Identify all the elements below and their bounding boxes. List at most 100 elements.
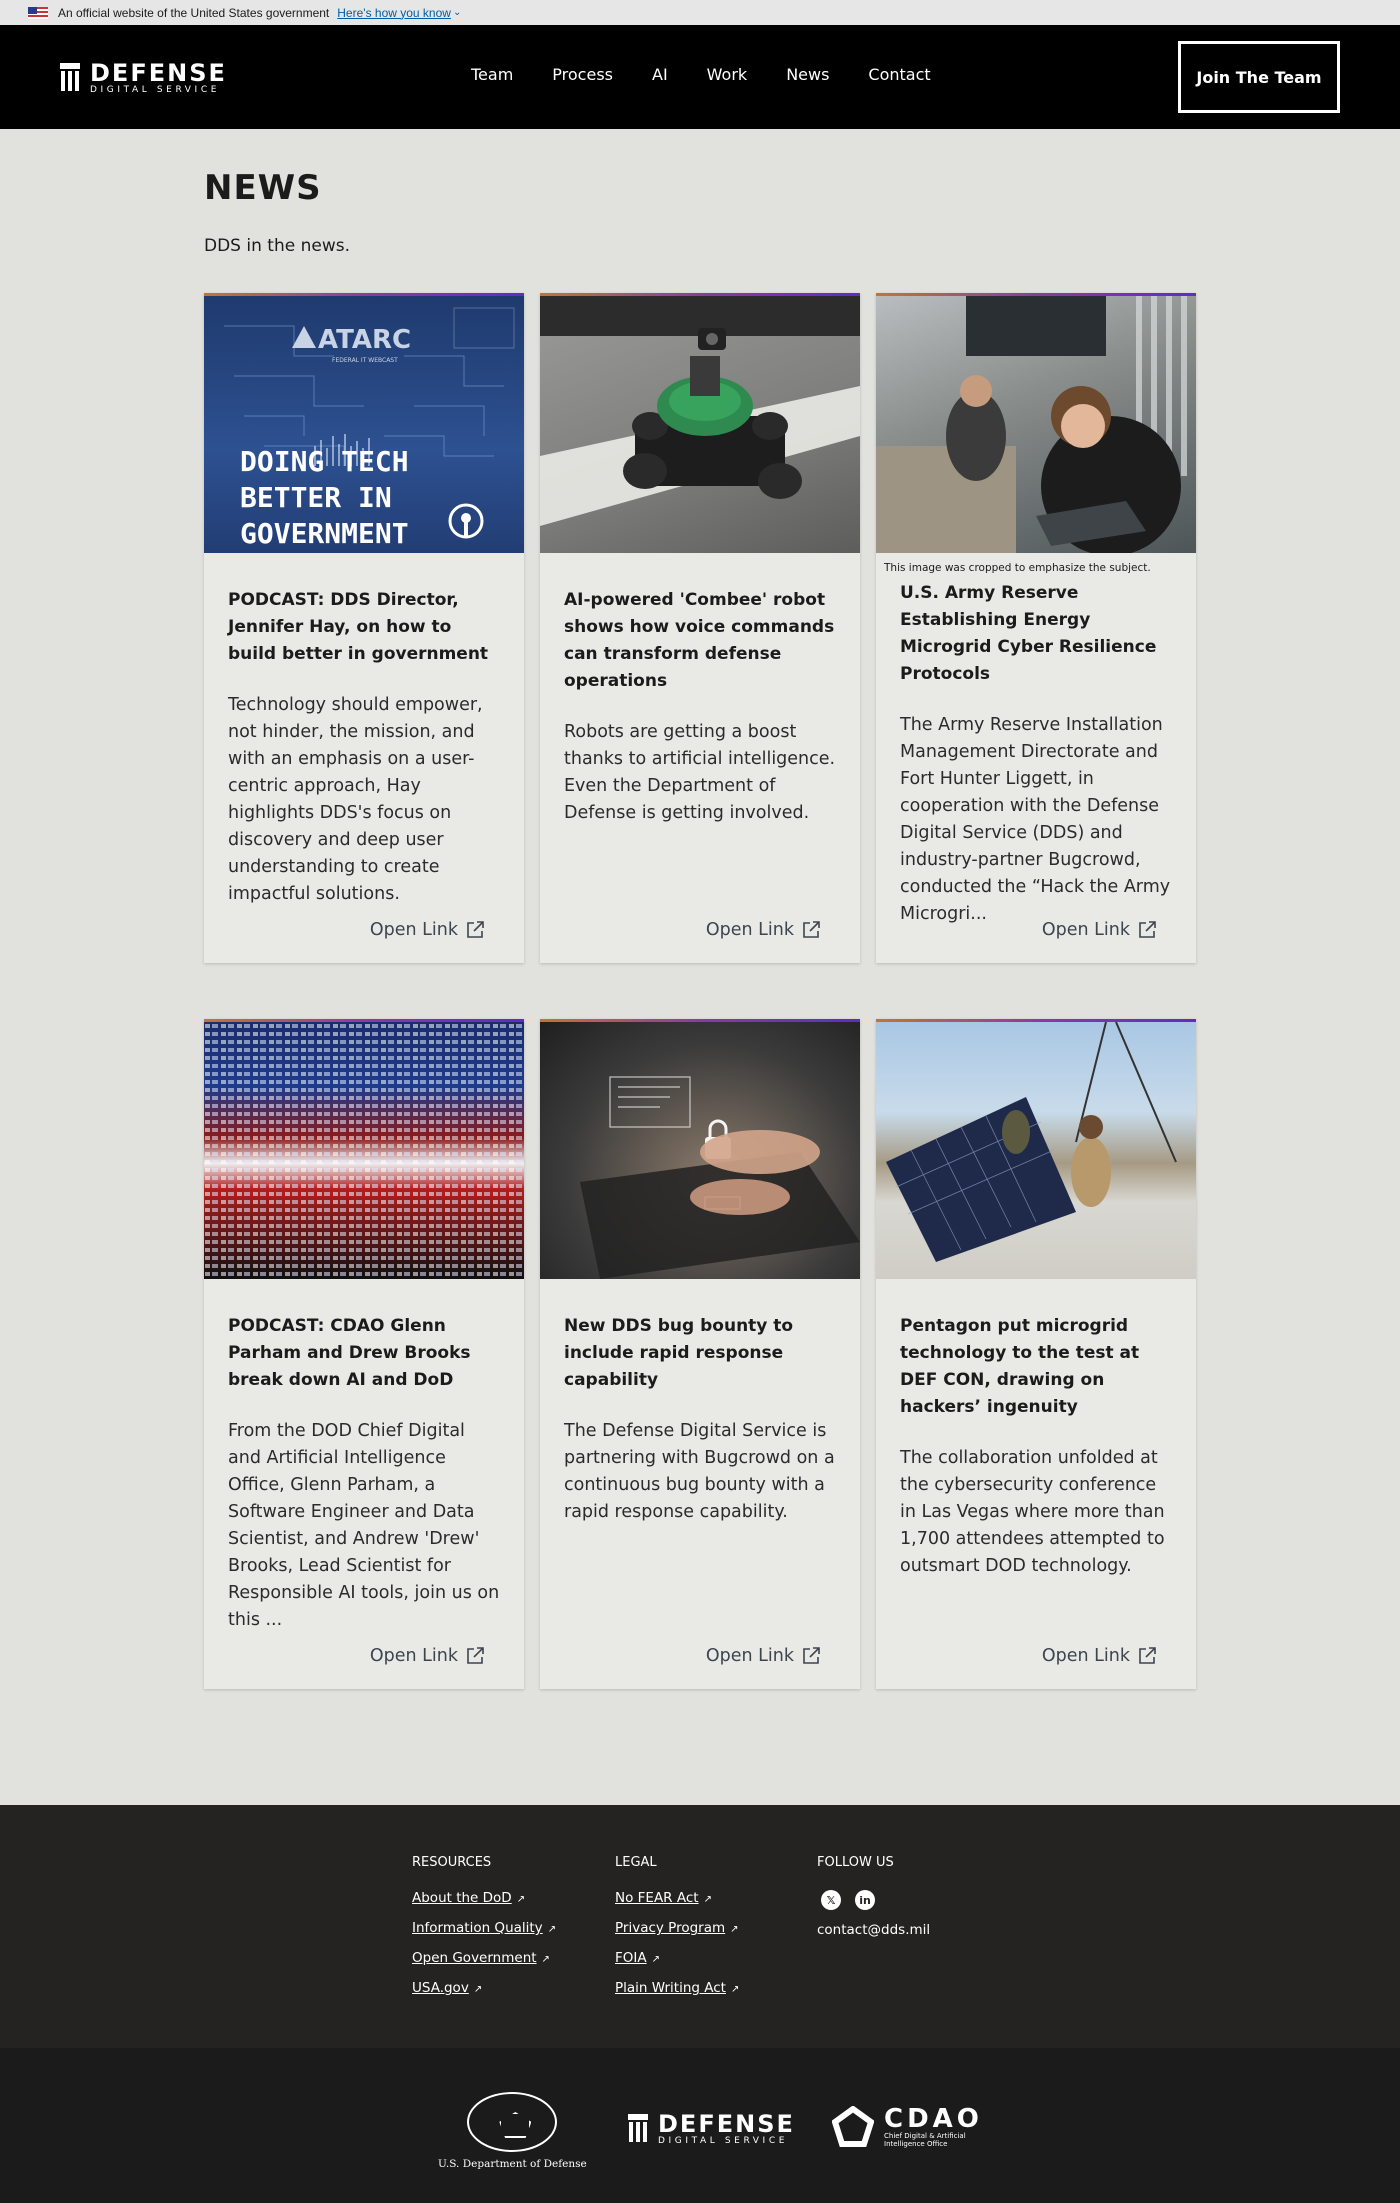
card-title: Pentagon put microgrid technology to the… [900, 1316, 1140, 1417]
footer-link-about-dod[interactable]: About the DoD ↗ [412, 1890, 556, 1906]
image-webcast: FEDERAL IT WEBCAST [332, 357, 398, 364]
image-line3: GOVERNMENT [240, 517, 409, 550]
news-card: Pentagon put microgrid technology to the… [876, 1019, 1196, 1689]
main-nav: Team Process AI Work News Contact [471, 65, 970, 84]
atarc-logo-icon [292, 326, 316, 348]
footer-link-no-fear-act[interactable]: No FEAR Act ↗ [615, 1890, 739, 1906]
external-link-icon: ↗ [516, 1894, 526, 1905]
linkedin-icon[interactable]: in [855, 1890, 875, 1910]
pentagon-seal-icon [467, 2092, 558, 2152]
footer-heading: FOLLOW US [817, 1855, 894, 1870]
site-header: DEFENSE DIGITAL SERVICE Team Process AI … [0, 25, 1400, 129]
footer-heading: RESOURCES [412, 1855, 492, 1870]
external-link-icon: ↗ [547, 1924, 557, 1935]
dds-footer-subtitle: DIGITAL SERVICE [658, 2136, 788, 2146]
card-title: U.S. Army Reserve Establishing Energy Mi… [900, 583, 1157, 684]
open-link[interactable]: Open Link [1042, 1646, 1156, 1666]
image-atarc: ATARC [318, 325, 411, 355]
cdao-pentagon-icon [831, 2105, 875, 2148]
footer-link-plain-writing-act[interactable]: Plain Writing Act ↗ [615, 1980, 739, 1996]
news-card: AI-powered 'Combee' robot shows how voic… [540, 293, 860, 963]
external-link-icon [802, 1647, 820, 1665]
footer-legal: LEGAL No FEAR Act ↗ Privacy Program ↗ FOIA… [615, 1855, 739, 2010]
card-image [876, 296, 1196, 553]
open-link-label: Open Link [705, 1646, 794, 1666]
card-title: New DDS bug bounty to include rapid resp… [564, 1316, 794, 1390]
card-body: Robots are getting a boost thanks to art… [564, 722, 836, 823]
page-title: NEWS [204, 168, 322, 208]
footer-resources: RESOURCES About the DoD ↗ Information Qua… [412, 1855, 556, 2010]
cdao-title: CDAO [884, 2104, 983, 2134]
external-link-icon: ↗ [703, 1894, 712, 1905]
external-link-icon [1138, 1647, 1156, 1665]
card-image [540, 296, 860, 553]
footer-link-information-quality[interactable]: Information Quality ↗ [412, 1920, 556, 1936]
news-card: PODCAST: CDAO Glenn Parham and Drew Broo… [204, 1019, 524, 1689]
card-image: ATARC FEDERAL IT WEBCAST DOING TECH BETT… [204, 296, 524, 553]
external-link-icon [802, 921, 820, 939]
dds-footer-logo[interactable]: DEFENSE DIGITAL SERVICE [628, 2112, 795, 2146]
news-card: This image was cropped to emphasize the … [876, 293, 1196, 963]
heres-how-you-know-link[interactable]: Here's how you know [337, 6, 451, 20]
open-link[interactable]: Open Link [370, 920, 484, 940]
open-link-label: Open Link [369, 1646, 458, 1666]
external-link-icon [466, 921, 484, 939]
footer-link-open-government[interactable]: Open Government ↗ [412, 1950, 556, 1966]
external-link-icon: ↗ [730, 1924, 739, 1935]
nav-process[interactable]: Process [552, 65, 613, 84]
open-link[interactable]: Open Link [706, 920, 820, 940]
card-body: The Defense Digital Service is partnerin… [564, 1421, 835, 1522]
footer-follow: FOLLOW US 𝕏 in contact@dds.mil [817, 1855, 930, 1938]
dod-logo-text: U.S. Department of Defense [438, 2158, 587, 2170]
open-link[interactable]: Open Link [1042, 920, 1156, 940]
cdao-subtitle-2: Intelligence Office [884, 2140, 948, 2148]
card-body: The Army Reserve Installation Management… [900, 715, 1171, 924]
dds-logo[interactable]: DEFENSE DIGITAL SERVICE [60, 61, 227, 95]
logo-title: DEFENSE [90, 59, 227, 87]
cdao-logo[interactable]: CDAO Chief Digital & Artificial Intellig… [831, 2104, 983, 2148]
contact-email[interactable]: contact@dds.mil [817, 1922, 930, 1938]
footer-link-usa-gov[interactable]: USA.gov ↗ [412, 1980, 556, 1996]
join-the-team-button[interactable]: Join The Team [1178, 41, 1340, 113]
image-caption: This image was cropped to emphasize the … [884, 562, 1151, 574]
image-line1: DOING TECH [240, 445, 409, 478]
external-link-icon [466, 1647, 484, 1665]
card-image [204, 1022, 524, 1279]
open-link-label: Open Link [1041, 1646, 1130, 1666]
dds-footer-title: DEFENSE [658, 2110, 795, 2138]
chevron-down-icon[interactable]: ⌄ [453, 7, 461, 18]
external-link-icon: ↗ [651, 1954, 660, 1965]
site-footer: RESOURCES About the DoD ↗ Information Qua… [0, 1805, 1400, 2048]
pillar-icon [60, 63, 80, 93]
footer-link-privacy-program[interactable]: Privacy Program ↗ [615, 1920, 739, 1936]
nav-ai[interactable]: AI [652, 65, 668, 84]
news-card: ATARC FEDERAL IT WEBCAST DOING TECH BETT… [204, 293, 524, 963]
external-link-icon: ↗ [473, 1984, 483, 1995]
nav-work[interactable]: Work [707, 65, 748, 84]
nav-contact[interactable]: Contact [868, 65, 930, 84]
nav-news[interactable]: News [786, 65, 829, 84]
nav-team[interactable]: Team [471, 65, 513, 84]
open-link[interactable]: Open Link [706, 1646, 820, 1666]
card-title: PODCAST: CDAO Glenn Parham and Drew Broo… [228, 1316, 471, 1390]
external-link-icon [1138, 921, 1156, 939]
news-card: New DDS bug bounty to include rapid resp… [540, 1019, 860, 1689]
footer-link-foia[interactable]: FOIA ↗ [615, 1950, 739, 1966]
footer-logos: U.S. Department of Defense DEFENSE DIGIT… [0, 2048, 1400, 2203]
open-link[interactable]: Open Link [370, 1646, 484, 1666]
pillar-icon [628, 2114, 648, 2144]
card-title: AI-powered 'Combee' robot shows how voic… [564, 590, 835, 691]
gov-banner-text: An official website of the United States… [58, 5, 330, 20]
open-link-label: Open Link [705, 920, 794, 940]
x-icon[interactable]: 𝕏 [821, 1890, 841, 1910]
open-link-label: Open Link [1041, 920, 1130, 940]
card-image [876, 1022, 1196, 1279]
external-link-icon: ↗ [541, 1954, 550, 1965]
external-link-icon: ↗ [730, 1984, 740, 1995]
card-title: PODCAST: DDS Director, Jennifer Hay, on … [228, 590, 489, 664]
dod-logo[interactable]: U.S. Department of Defense [438, 2092, 587, 2170]
card-image [540, 1022, 860, 1279]
footer-heading: LEGAL [615, 1855, 657, 1870]
us-flag-icon [28, 6, 48, 19]
gov-banner: An official website of the United States… [0, 0, 1400, 25]
